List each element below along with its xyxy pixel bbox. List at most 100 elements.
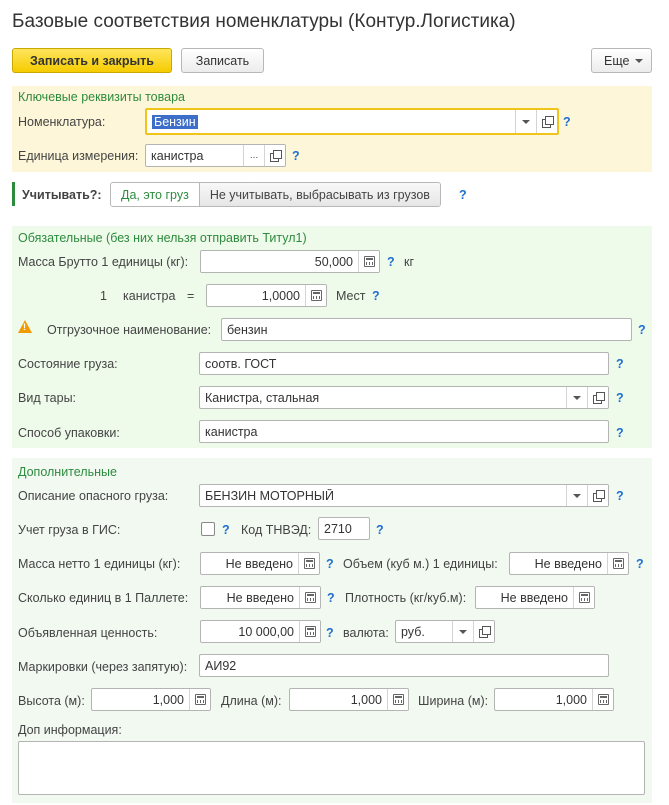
calculator-button[interactable] <box>298 553 319 574</box>
tare-field[interactable]: Канистра, стальная <box>199 386 609 409</box>
account-yes-option[interactable]: Да, это груз <box>111 183 200 206</box>
help-icon[interactable]: ? <box>372 289 380 303</box>
density-value: Не введено <box>500 590 568 605</box>
currency-field[interactable]: руб. <box>395 620 495 643</box>
help-icon[interactable]: ? <box>326 626 334 640</box>
help-icon[interactable]: ? <box>616 426 624 440</box>
markings-field[interactable]: АИ92 <box>199 654 609 677</box>
currency-value: руб. <box>401 624 425 639</box>
pallet-value: Не введено <box>226 590 294 605</box>
open-button[interactable] <box>473 621 494 642</box>
calculator-button[interactable] <box>573 587 594 608</box>
tare-value: Канистра, стальная <box>205 390 320 405</box>
account-toggle[interactable]: Да, это груз Не учитывать, выбрасывать и… <box>110 182 441 207</box>
open-button[interactable] <box>264 145 285 166</box>
tnved-label: Код ТНВЭД: <box>241 523 312 537</box>
danger-description-field[interactable]: БЕНЗИН МОТОРНЫЙ <box>199 484 609 507</box>
dropdown-button[interactable] <box>452 621 473 642</box>
key-attributes-title: Ключевые реквизиты товара <box>18 90 185 104</box>
pallet-label: Сколько единиц в 1 Паллете: <box>18 591 189 605</box>
calculator-button[interactable] <box>607 553 628 574</box>
help-icon[interactable]: ? <box>636 557 644 571</box>
length-label: Длина (м): <box>221 694 282 708</box>
save-button[interactable]: Записать <box>181 48 264 73</box>
gross-mass-field[interactable]: 50,000 <box>200 250 380 273</box>
open-button[interactable] <box>587 485 608 506</box>
calculator-icon <box>597 694 609 705</box>
open-icon <box>541 116 554 128</box>
open-icon <box>592 490 605 502</box>
calculator-button[interactable] <box>387 689 408 710</box>
help-icon[interactable]: ? <box>616 357 624 371</box>
calculator-button[interactable] <box>189 689 210 710</box>
help-icon[interactable]: ? <box>326 557 334 571</box>
danger-description-label: Описание опасного груза: <box>18 489 169 503</box>
calculator-icon <box>304 626 316 637</box>
calculator-button[interactable] <box>305 285 326 306</box>
calculator-icon <box>578 592 590 603</box>
gross-mass-label: Масса Брутто 1 единицы (кг): <box>18 255 189 269</box>
account-label: Учитывать?: <box>22 188 102 202</box>
unit-label: Единица измерения: <box>18 149 139 163</box>
help-icon[interactable]: ? <box>563 115 571 129</box>
open-icon <box>592 392 605 404</box>
pallet-field[interactable]: Не введено <box>200 586 321 609</box>
nomenclature-value: Бензин <box>152 114 198 129</box>
account-marker <box>12 182 15 206</box>
help-icon[interactable]: ? <box>376 523 384 537</box>
calculator-icon <box>303 558 315 569</box>
open-button[interactable] <box>536 110 557 133</box>
nomenclature-field[interactable]: Бензин <box>145 108 559 135</box>
extra-info-textarea[interactable] <box>18 741 645 795</box>
help-icon[interactable]: ? <box>387 255 395 269</box>
currency-label: валюта: <box>343 626 389 640</box>
calculator-button[interactable] <box>299 621 320 642</box>
calculator-icon <box>194 694 206 705</box>
dropdown-button[interactable] <box>515 110 536 133</box>
help-icon[interactable]: ? <box>638 323 646 337</box>
shipping-name-field[interactable]: бензин <box>221 318 632 341</box>
width-label: Ширина (м): <box>418 694 489 708</box>
more-button[interactable]: Еще <box>591 48 652 73</box>
help-icon[interactable]: ? <box>222 523 230 537</box>
length-field[interactable]: 1,000 <box>289 688 409 711</box>
shipping-name-value: бензин <box>227 322 268 337</box>
width-value: 1,000 <box>555 692 587 707</box>
account-no-option[interactable]: Не учитывать, выбрасывать из грузов <box>199 183 440 206</box>
cargo-state-field[interactable]: соотв. ГОСТ <box>199 352 609 375</box>
height-field[interactable]: 1,000 <box>91 688 211 711</box>
quantity-one: 1 <box>100 289 107 303</box>
help-icon[interactable]: ? <box>327 591 335 605</box>
width-field[interactable]: 1,000 <box>494 688 614 711</box>
help-icon[interactable]: ? <box>616 489 624 503</box>
density-field[interactable]: Не введено <box>475 586 595 609</box>
dropdown-button[interactable] <box>566 485 587 506</box>
save-and-close-button[interactable]: Записать и закрыть <box>12 48 172 73</box>
gis-checkbox[interactable] <box>201 522 215 536</box>
unit-field[interactable]: канистра ... <box>145 144 286 167</box>
select-button[interactable]: ... <box>243 145 264 166</box>
packing-field[interactable]: канистра <box>199 420 609 443</box>
net-mass-label: Масса нетто 1 единицы (кг): <box>18 557 181 571</box>
help-icon[interactable]: ? <box>459 188 467 202</box>
length-value: 1,000 <box>350 692 382 707</box>
dropdown-button[interactable] <box>566 387 587 408</box>
net-mass-value: Не введено <box>225 556 293 571</box>
places-field[interactable]: 1,0000 <box>206 284 327 307</box>
calculator-button[interactable] <box>592 689 613 710</box>
help-icon[interactable]: ? <box>616 391 624 405</box>
tnved-field[interactable]: 2710 <box>318 517 370 540</box>
tare-label: Вид тары: <box>18 391 77 405</box>
nomenclature-label: Номенклатура: <box>18 115 106 129</box>
net-mass-field[interactable]: Не введено <box>200 552 320 575</box>
declared-value-field[interactable]: 10 000,00 <box>200 620 321 643</box>
calculator-button[interactable] <box>299 587 320 608</box>
volume-field[interactable]: Не введено <box>509 552 629 575</box>
help-icon[interactable]: ? <box>292 149 300 163</box>
places-unit: Мест <box>336 289 366 303</box>
open-button[interactable] <box>587 387 608 408</box>
equals-sign: = <box>187 289 195 303</box>
calculator-button[interactable] <box>358 251 379 272</box>
ellipsis-icon: ... <box>249 150 259 161</box>
calculator-icon <box>392 694 404 705</box>
